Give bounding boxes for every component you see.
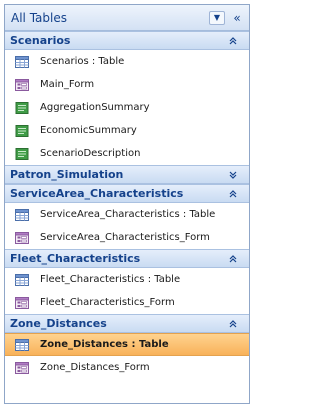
nav-item-label: Fleet_Characteristics : Table <box>40 274 181 285</box>
pane-title: All Tables <box>11 10 67 25</box>
nav-item[interactable]: ServiceArea_Characteristics_Form <box>5 226 249 249</box>
nav-item-label: Scenarios : Table <box>40 56 125 67</box>
nav-item[interactable]: Zone_Distances : Table <box>5 333 249 356</box>
group-header[interactable]: Patron_Simulation <box>5 165 249 184</box>
nav-item-label: ServiceArea_Characteristics_Form <box>40 232 210 243</box>
collapse-chevron-icon[interactable] <box>225 254 241 264</box>
group-header[interactable]: Scenarios <box>5 31 249 50</box>
group-label: Zone_Distances <box>10 317 107 330</box>
group-label: Scenarios <box>10 34 71 47</box>
nav-item-label: Fleet_Characteristics_Form <box>40 297 175 308</box>
nav-item[interactable]: Fleet_Characteristics : Table <box>5 268 249 291</box>
group-header[interactable]: Fleet_Characteristics <box>5 249 249 268</box>
nav-item[interactable]: Main_Form <box>5 73 249 96</box>
navigation-pane: All Tables ▼ « Scenarios Scenarios : Tabl… <box>4 4 250 404</box>
form-icon <box>15 361 29 374</box>
shutter-bar-close-icon[interactable]: « <box>229 11 245 25</box>
group-header[interactable]: Zone_Distances <box>5 314 249 333</box>
nav-item-label: ScenarioDescription <box>40 148 141 159</box>
report-icon <box>15 124 29 137</box>
group-list: Scenarios Scenarios : Table Main_Form Aggre… <box>5 31 249 379</box>
form-icon <box>15 78 29 91</box>
table-icon <box>15 55 29 68</box>
nav-item-label: Main_Form <box>40 79 95 90</box>
group-label: ServiceArea_Characteristics <box>10 187 184 200</box>
nav-item[interactable]: Zone_Distances_Form <box>5 356 249 379</box>
navigation-pane-header[interactable]: All Tables ▼ « <box>5 5 249 31</box>
nav-item-label: ServiceArea_Characteristics : Table <box>40 209 216 220</box>
group-label: Fleet_Characteristics <box>10 252 141 265</box>
nav-item[interactable]: ServiceArea_Characteristics : Table <box>5 203 249 226</box>
collapse-chevron-icon[interactable] <box>225 319 241 329</box>
nav-item[interactable]: AggregationSummary <box>5 96 249 119</box>
report-icon <box>15 147 29 160</box>
nav-item-label: Zone_Distances : Table <box>40 339 169 350</box>
nav-item-label: AggregationSummary <box>40 102 150 113</box>
nav-item[interactable]: Scenarios : Table <box>5 50 249 73</box>
expand-chevron-icon[interactable] <box>225 170 241 180</box>
table-icon <box>15 208 29 221</box>
collapse-chevron-icon[interactable] <box>225 189 241 199</box>
nav-item-label: Zone_Distances_Form <box>40 362 150 373</box>
form-icon <box>15 296 29 309</box>
report-icon <box>15 101 29 114</box>
nav-item[interactable]: Fleet_Characteristics_Form <box>5 291 249 314</box>
nav-item-label: EconomicSummary <box>40 125 137 136</box>
table-icon <box>15 273 29 286</box>
collapse-chevron-icon[interactable] <box>225 36 241 46</box>
group-header[interactable]: ServiceArea_Characteristics <box>5 184 249 203</box>
nav-item[interactable]: ScenarioDescription <box>5 142 249 165</box>
table-icon <box>15 338 29 351</box>
pane-menu-dropdown-icon[interactable]: ▼ <box>209 10 225 25</box>
group-label: Patron_Simulation <box>10 168 124 181</box>
form-icon <box>15 231 29 244</box>
nav-item[interactable]: EconomicSummary <box>5 119 249 142</box>
